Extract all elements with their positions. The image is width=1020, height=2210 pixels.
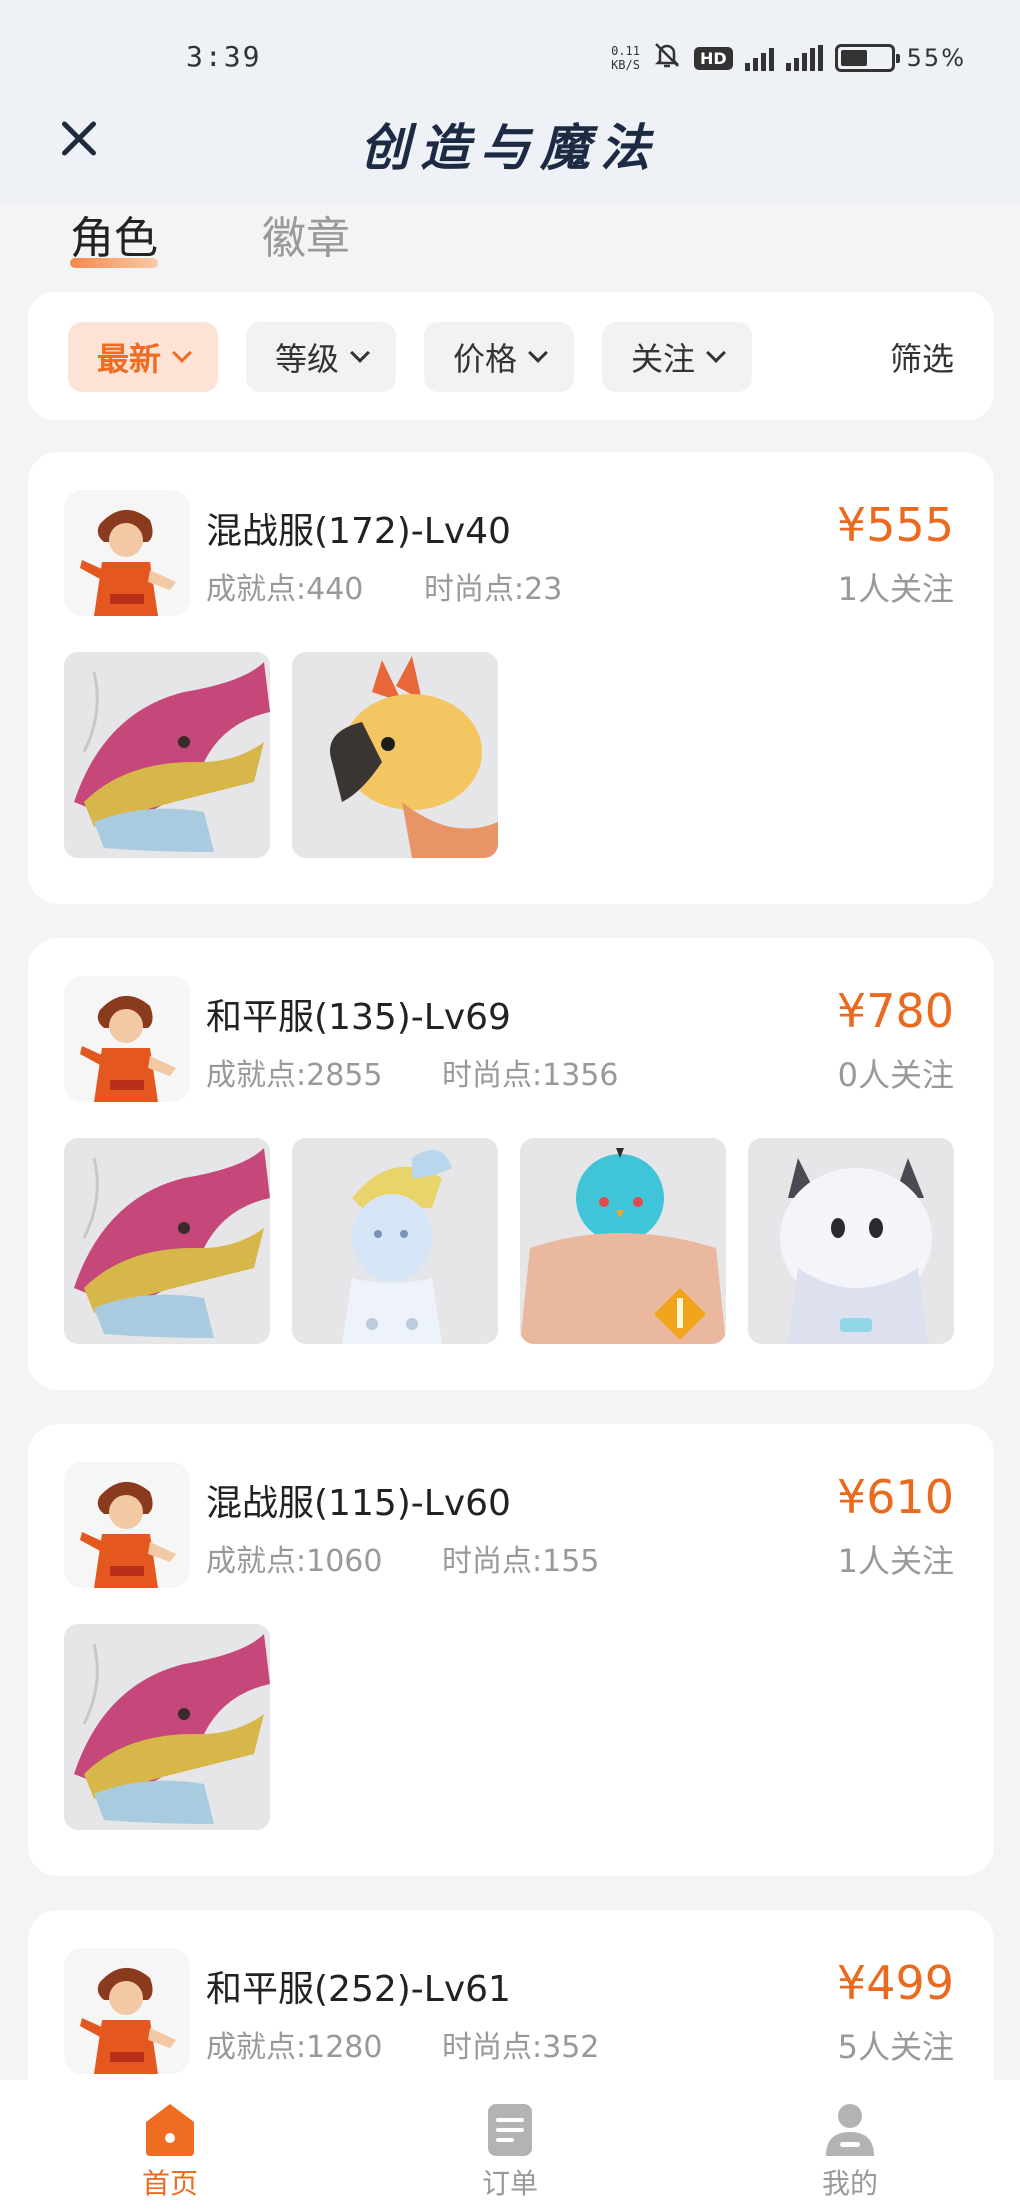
status-time: 3:39 [186, 40, 262, 73]
nav-orders[interactable]: 订单 [430, 2102, 590, 2202]
listing-title: 混战服(172)-Lv40 [206, 511, 511, 552]
status-icons: 0.11 KB/S HD 55% [611, 40, 966, 76]
avatar [64, 1462, 190, 1588]
chevron-down-icon [172, 343, 192, 363]
filter-level[interactable]: 等级 [246, 322, 396, 392]
listing-card[interactable]: 混战服(172)-Lv40 成就点:440 时尚点:23 ¥555 1人关注 [28, 452, 994, 904]
listing-price: ¥780 [836, 984, 954, 1038]
filter-label: 最新 [96, 340, 161, 378]
item-thumbnail-phoenix[interactable] [292, 652, 498, 858]
hd-badge: HD [693, 46, 733, 70]
item-thumbnail-dragon[interactable] [64, 652, 270, 858]
item-thumbnail-blue-bird[interactable] [520, 1138, 726, 1344]
listing-title: 和平服(252)-Lv61 [206, 1969, 511, 2010]
listing-title: 混战服(115)-Lv60 [206, 1483, 511, 1524]
listing-price: ¥499 [836, 1956, 954, 2010]
clipboard-icon [484, 2102, 536, 2156]
tab-badge[interactable]: 徽章 [262, 202, 350, 266]
battery-icon [834, 44, 900, 72]
signal-icon [744, 45, 774, 71]
bottom-navigation: 首页 订单 我的 [0, 2080, 1020, 2210]
app-header: 创造与魔法 [0, 90, 1020, 202]
filter-price[interactable]: 价格 [424, 322, 574, 392]
achievement-points: 成就点:1280 [206, 2030, 383, 2065]
follower-count: 1人关注 [837, 570, 954, 608]
achievement-points: 成就点:440 [206, 572, 364, 607]
listing-card[interactable]: 和平服(135)-Lv69 成就点:2855 时尚点:1356 ¥780 0人关… [28, 938, 994, 1390]
avatar [64, 1948, 190, 2074]
category-tabs: 角色 徽章 [0, 202, 1020, 282]
chevron-down-icon [706, 343, 726, 363]
network-speed: 0.11 KB/S [611, 44, 640, 72]
filter-follow[interactable]: 关注 [602, 322, 752, 392]
avatar [64, 976, 190, 1102]
page-title: 创造与魔法 [360, 118, 660, 177]
fashion-points: 时尚点:155 [442, 1544, 600, 1579]
avatar [64, 490, 190, 616]
filter-label: 价格 [452, 340, 517, 378]
user-icon [824, 2102, 876, 2156]
follower-count: 5人关注 [837, 2028, 954, 2066]
signal-icon [785, 45, 823, 71]
fashion-points: 时尚点:352 [442, 2030, 600, 2065]
filter-newest[interactable]: 最新 [68, 322, 218, 392]
filter-bar: 最新 等级 价格 关注 筛选 [28, 292, 994, 420]
follower-count: 0人关注 [837, 1056, 954, 1094]
chevron-down-icon [528, 343, 548, 363]
tab-role[interactable]: 角色 [70, 202, 158, 266]
item-thumbnail-fairy[interactable] [292, 1138, 498, 1344]
filter-label: 关注 [630, 340, 695, 378]
status-bar: 3:39 0.11 KB/S HD 55% [0, 0, 1020, 90]
nav-home[interactable]: 首页 [90, 2102, 250, 2202]
nav-label: 我的 [821, 2167, 878, 2200]
home-icon [144, 2102, 196, 2156]
filter-screen-button[interactable]: 筛选 [890, 322, 954, 392]
item-thumbnail-dragon[interactable] [64, 1138, 270, 1344]
chevron-down-icon [350, 343, 370, 363]
nav-label: 首页 [141, 2167, 198, 2200]
listing-price: ¥610 [836, 1470, 954, 1524]
listing-title: 和平服(135)-Lv69 [206, 997, 511, 1038]
nav-label: 订单 [481, 2167, 538, 2200]
bell-muted-icon [652, 40, 682, 76]
tab-active-indicator [70, 258, 158, 268]
achievement-points: 成就点:1060 [206, 1544, 383, 1579]
fashion-points: 时尚点:23 [424, 572, 563, 607]
battery-percent: 55% [906, 44, 966, 72]
item-thumbnail-dragon[interactable] [64, 1624, 270, 1830]
item-thumbnail-robot-cow[interactable] [748, 1138, 954, 1344]
nav-profile[interactable]: 我的 [770, 2102, 930, 2202]
filter-label: 等级 [274, 340, 339, 378]
listing-price: ¥555 [836, 498, 954, 552]
achievement-points: 成就点:2855 [206, 1058, 383, 1093]
fashion-points: 时尚点:1356 [442, 1058, 619, 1093]
battery-level [840, 50, 868, 66]
listing-card[interactable]: 混战服(115)-Lv60 成就点:1060 时尚点:155 ¥610 1人关注 [28, 1424, 994, 1876]
follower-count: 1人关注 [837, 1542, 954, 1580]
